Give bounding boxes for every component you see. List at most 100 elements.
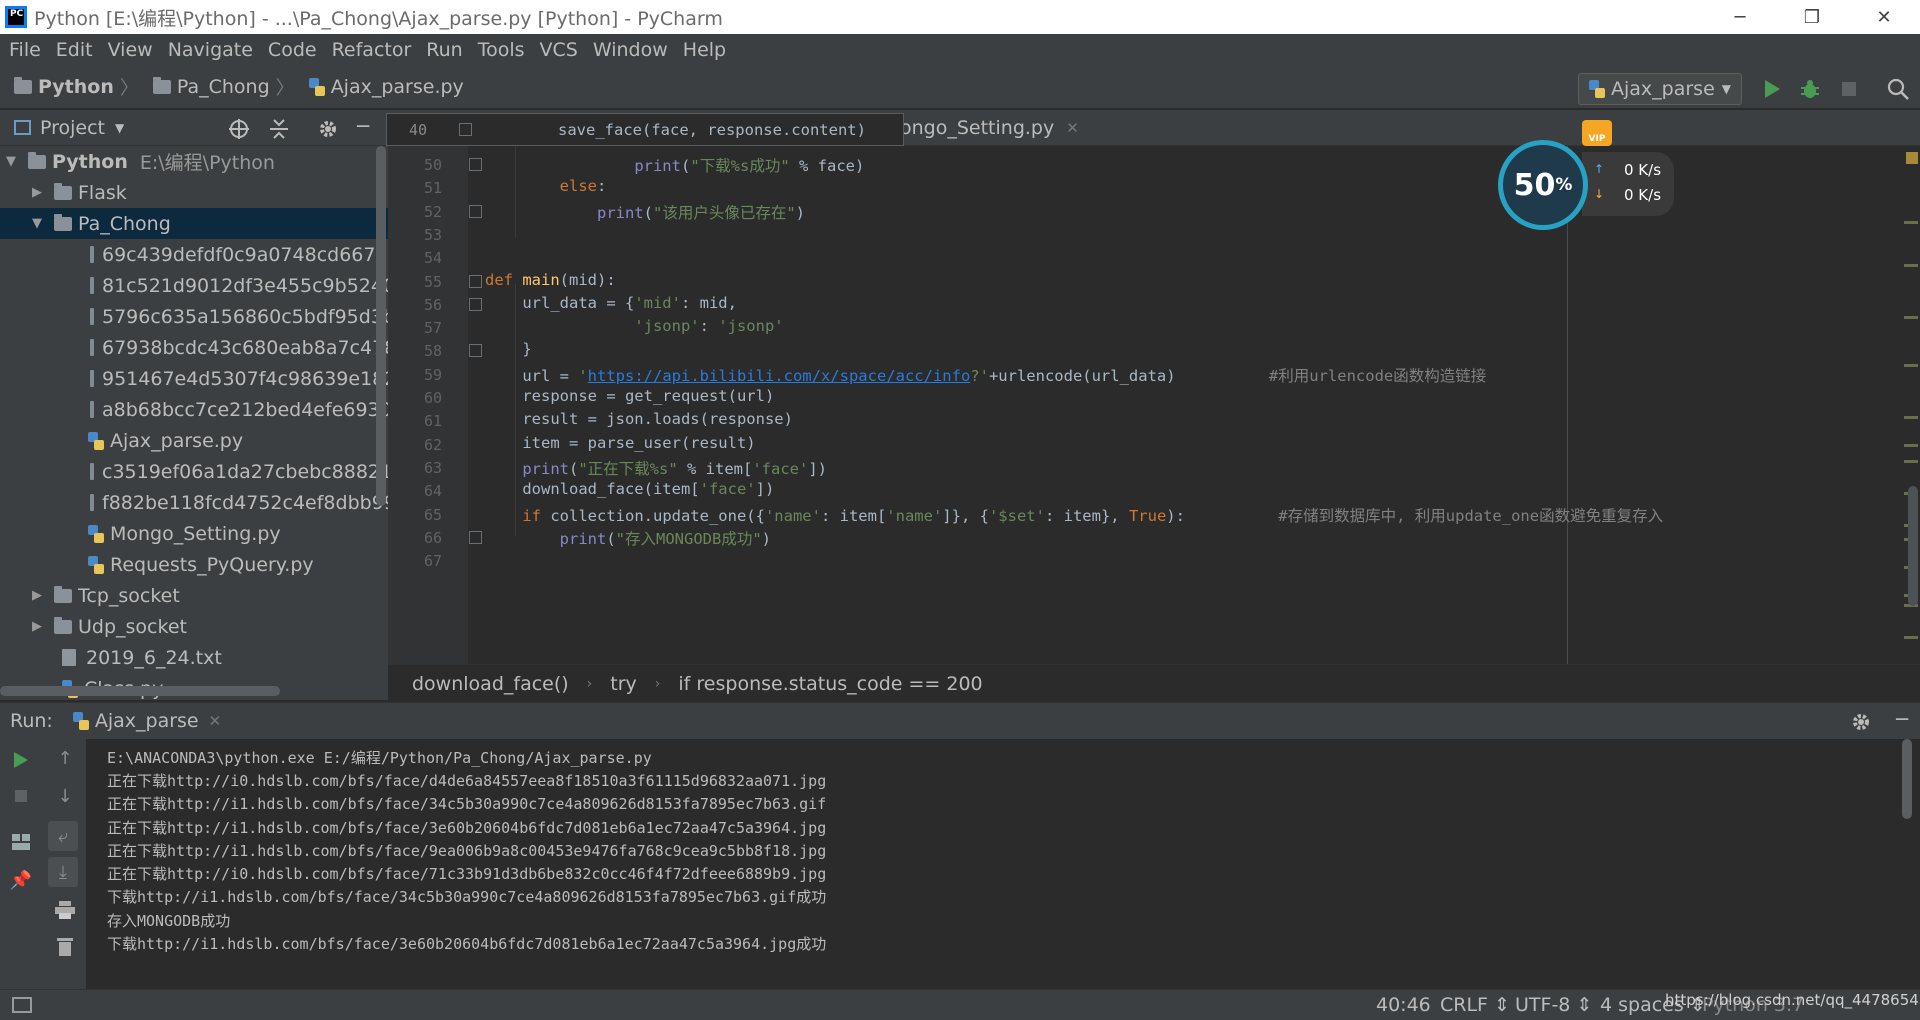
- folder-icon: [54, 182, 72, 200]
- collapse-all-icon[interactable]: [268, 118, 290, 140]
- hide-panel-icon[interactable]: ─: [1896, 707, 1908, 731]
- scroll-to-end-button[interactable]: ⤓: [48, 857, 78, 887]
- print-button[interactable]: [50, 895, 80, 925]
- run-button[interactable]: [1759, 76, 1785, 102]
- menu-code[interactable]: Code: [268, 39, 317, 61]
- menu-file[interactable]: File: [9, 39, 41, 61]
- stop-button[interactable]: [6, 781, 36, 811]
- fold-marker-icon[interactable]: [469, 297, 482, 311]
- run-console[interactable]: E:\ANACONDA3\python.exe E:/编程/Python/Pa_…: [86, 739, 1920, 989]
- tree-item-file[interactable]: c3519ef06a1da27cbebc88821ed54: [0, 456, 388, 487]
- breadcrumb-root[interactable]: Python 〉: [14, 73, 139, 100]
- expanded-arrow-icon: ▼: [6, 154, 16, 169]
- tree-item-requests-pyquery[interactable]: Requests_PyQuery.py: [0, 549, 388, 580]
- scroll-up-button[interactable]: ↑: [50, 743, 80, 773]
- tree-horizontal-scrollbar[interactable]: [0, 686, 280, 696]
- fold-marker-icon[interactable]: [469, 158, 482, 171]
- fold-marker-icon[interactable]: [469, 274, 482, 288]
- minimize-button[interactable]: ─: [1704, 0, 1776, 34]
- tree-item-file[interactable]: a8b68bcc7ce212bed4efe69309a71: [0, 394, 388, 425]
- menu-run[interactable]: Run: [426, 39, 462, 61]
- menu-help[interactable]: Help: [683, 39, 726, 61]
- close-tab-icon[interactable]: ✕: [1066, 119, 1079, 137]
- tab-mongo-setting[interactable]: ongo_Setting.py ✕: [900, 110, 1079, 146]
- window-title: Python [E:\编程\Python] - ...\Pa_Chong\Aja…: [34, 7, 723, 30]
- clear-all-button[interactable]: [50, 931, 80, 961]
- restore-button[interactable]: ❐: [1776, 0, 1848, 34]
- soft-wrap-icon: ⤶: [57, 825, 69, 847]
- fold-icon: [459, 123, 472, 136]
- caret-position[interactable]: 40:46: [1376, 994, 1431, 1016]
- tree-item-tcp-socket[interactable]: ▶ Tcp_socket: [0, 580, 388, 611]
- stop-button[interactable]: [1836, 76, 1862, 102]
- run-configuration-select[interactable]: Ajax_parse ▼: [1578, 73, 1742, 105]
- network-speed-widget[interactable]: VIP ↑ 0 K/s ↓ 0 K/s 50%: [1498, 120, 1676, 230]
- line-number: 50: [423, 156, 442, 174]
- tab-run-ajax-parse[interactable]: Ajax_parse: [95, 710, 199, 732]
- debug-button[interactable]: [1797, 76, 1823, 102]
- fold-marker-icon[interactable]: [469, 204, 482, 218]
- code-line: print("存入MONGODB成功"): [559, 529, 772, 548]
- usage-percent: 50: [1513, 167, 1556, 203]
- pin-tab-button[interactable]: 📌: [6, 865, 36, 895]
- status-bar: 40:46 CRLF ⇕ UTF-8 ⇕ 4 spaces ⇕ Python 3…: [0, 989, 1920, 1020]
- folder-icon: [14, 76, 32, 94]
- menu-view[interactable]: View: [108, 39, 153, 61]
- tree-item-mongo-setting[interactable]: Mongo_Setting.py: [0, 518, 388, 549]
- breadcrumb-function[interactable]: download_face(): [412, 673, 569, 695]
- menu-edit[interactable]: Edit: [56, 39, 93, 61]
- layout-button[interactable]: [6, 827, 36, 857]
- tree-item-file[interactable]: 69c439defdf0c9a0748cd66773598: [0, 239, 388, 270]
- menu-navigate[interactable]: Navigate: [168, 39, 253, 61]
- line-number: 51: [423, 179, 442, 198]
- collapsed-arrow-icon: ▶: [32, 185, 42, 200]
- gear-icon[interactable]: [1850, 711, 1872, 733]
- menu-vcs[interactable]: VCS: [540, 39, 578, 61]
- file-encoding[interactable]: UTF-8 ⇕: [1515, 994, 1592, 1016]
- menu-refactor[interactable]: Refactor: [332, 39, 412, 61]
- code-editor[interactable]: 50 print("下载%s成功" % face) 51 else: 52 prin…: [388, 146, 1920, 664]
- arrow-up-icon: ↑: [57, 747, 73, 769]
- tree-item-flask[interactable]: ▶ Flask: [0, 177, 388, 208]
- tree-item-file[interactable]: 67938bcdc43c680eab8a7c4789e32: [0, 332, 388, 363]
- file-icon: [90, 494, 94, 511]
- close-button[interactable]: ✕: [1848, 0, 1920, 34]
- download-arrow-icon: ↓: [1594, 187, 1605, 201]
- tree-item-txt-file[interactable]: 2019_6_24.txt: [0, 642, 388, 673]
- tree-item-file[interactable]: f882be118fcd4752c4ef8dbb998e3: [0, 487, 388, 518]
- rerun-button[interactable]: [6, 745, 36, 775]
- soft-wrap-button[interactable]: ⤶: [48, 821, 78, 851]
- fold-marker-icon[interactable]: [469, 344, 482, 358]
- scroll-down-button[interactable]: ↓: [50, 781, 80, 811]
- console-scrollbar[interactable]: [1902, 739, 1912, 819]
- locate-file-icon[interactable]: [228, 118, 250, 140]
- tree-item-udp-socket[interactable]: ▶ Udp_socket: [0, 611, 388, 642]
- layout-icon: [12, 834, 30, 850]
- caret-down-icon[interactable]: ▼: [115, 121, 124, 135]
- line-separator[interactable]: CRLF ⇕: [1440, 994, 1510, 1016]
- breadcrumb-if[interactable]: if response.status_code == 200: [678, 673, 982, 695]
- search-everywhere-button[interactable]: [1885, 76, 1911, 102]
- breadcrumb-file[interactable]: Ajax_parse.py: [308, 76, 464, 98]
- project-view-select[interactable]: Project: [40, 117, 105, 139]
- menu-window[interactable]: Window: [593, 39, 668, 61]
- editor-vertical-scrollbar[interactable]: [1908, 486, 1918, 606]
- line-number: 61: [423, 412, 442, 431]
- menu-tools[interactable]: Tools: [478, 39, 525, 61]
- breadcrumb-folder[interactable]: Pa_Chong 〉: [152, 73, 295, 100]
- arrow-down-icon: ↓: [57, 785, 73, 807]
- tree-item-ajax-parse[interactable]: Ajax_parse.py: [0, 425, 388, 456]
- tree-item-label: Python: [52, 150, 128, 173]
- tree-item-file[interactable]: 81c521d9012df3e455c9b5240f1a2: [0, 270, 388, 301]
- tree-item-file[interactable]: 951467e4d5307f4c98639e18284a1: [0, 363, 388, 394]
- tree-vertical-scrollbar[interactable]: [376, 146, 386, 506]
- tool-windows-icon[interactable]: [12, 997, 32, 1013]
- fold-marker-icon[interactable]: [469, 530, 482, 544]
- tree-item-file[interactable]: 5796c635a156860c5bdf95d3bf3c1: [0, 301, 388, 332]
- tree-item-pa-chong[interactable]: ▼ Pa_Chong: [0, 208, 388, 239]
- close-tab-icon[interactable]: ✕: [209, 712, 222, 730]
- breadcrumb-try[interactable]: try: [610, 673, 637, 695]
- gear-icon[interactable]: [317, 118, 339, 140]
- tree-item-python[interactable]: ▼ Python E:\编程\Python: [0, 146, 388, 177]
- hide-panel-icon[interactable]: ─: [357, 114, 369, 138]
